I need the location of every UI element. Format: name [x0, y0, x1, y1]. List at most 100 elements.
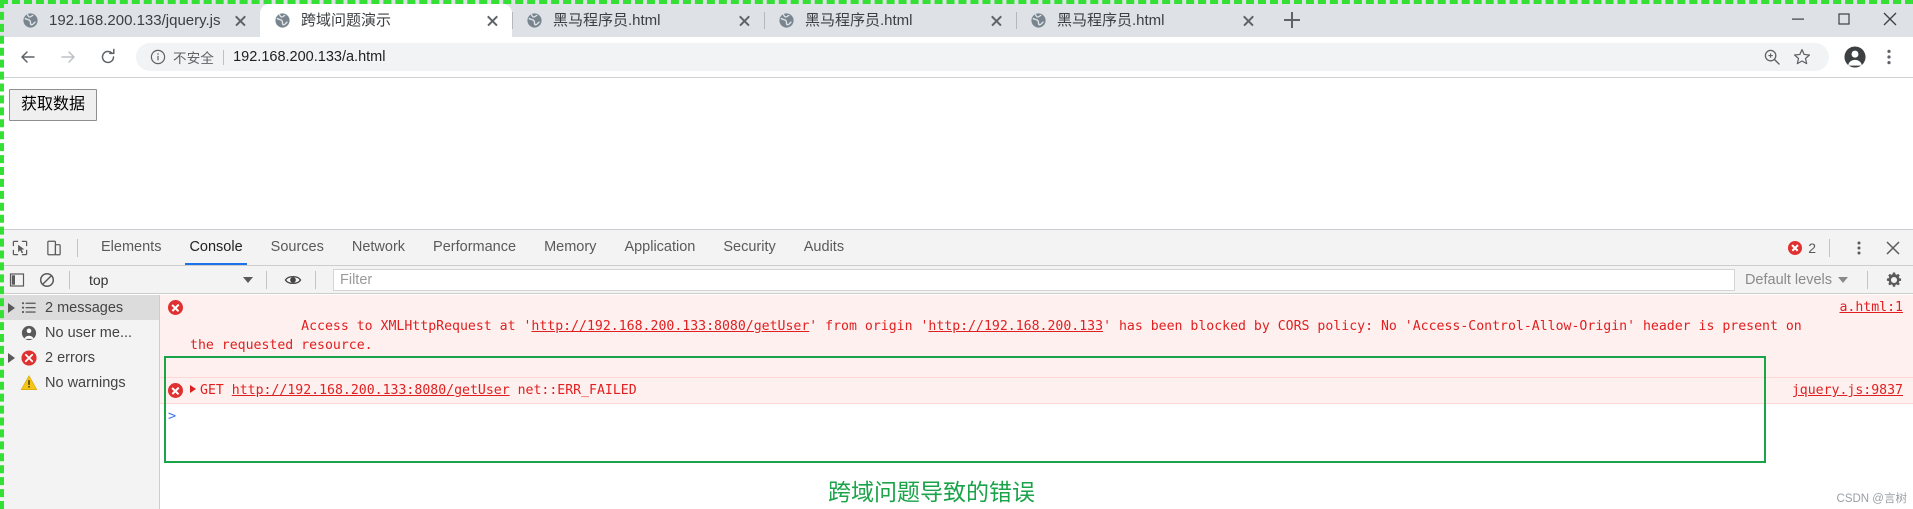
prompt-caret-icon: >: [168, 408, 177, 424]
globe-icon: [527, 13, 542, 28]
browser-toolbar: 不安全 192.168.200.133/a.html: [0, 37, 1913, 77]
warning-icon: [19, 373, 39, 393]
error-count-badge[interactable]: 2: [1788, 240, 1816, 256]
devtools-tab-application[interactable]: Application: [610, 230, 709, 265]
three-dot-menu-icon[interactable]: [1873, 41, 1905, 73]
device-toolbar-icon[interactable]: [40, 234, 68, 262]
msg-part: ' from origin ': [809, 319, 929, 334]
console-sidebar-label: 2 errors: [45, 349, 95, 366]
execution-context-dropdown[interactable]: top: [89, 270, 257, 290]
console-sidebar: 2 messages No user me... 2 errors No war…: [0, 295, 160, 509]
tab-close-icon[interactable]: [483, 11, 502, 30]
devtools-tab-bar: Elements Console Sources Network Perform…: [0, 230, 1913, 266]
address-bar[interactable]: 不安全 192.168.200.133/a.html: [136, 43, 1829, 71]
inspect-element-icon[interactable]: [6, 234, 34, 262]
console-message-content: GET http://192.168.200.133:8080/getUser …: [160, 378, 1784, 403]
browser-window: 192.168.200.133/jquery.js 跨域问题演示 黑马程序员.h…: [0, 0, 1913, 509]
toolbar-divider: [77, 238, 78, 257]
console-filter-input[interactable]: Filter: [333, 268, 1735, 291]
console-sidebar-item-user-messages[interactable]: No user me...: [0, 320, 159, 345]
error-icon: [1788, 240, 1803, 255]
browser-tab-active[interactable]: 跨域问题演示: [260, 4, 512, 37]
page-viewport: 获取数据: [0, 77, 1913, 228]
star-icon[interactable]: [1789, 44, 1815, 70]
tab-separator: [512, 12, 513, 29]
tab-close-icon[interactable]: [987, 11, 1006, 30]
execution-context-label: top: [89, 271, 109, 288]
tab-title: 黑马程序员.html: [1057, 11, 1165, 29]
back-arrow-icon[interactable]: [11, 40, 45, 74]
console-message-content: Access to XMLHttpRequest at 'http://192.…: [160, 295, 1831, 377]
console-message-source-link[interactable]: jquery.js:9837: [1784, 378, 1913, 403]
clear-console-icon[interactable]: [34, 267, 60, 293]
close-icon[interactable]: [1867, 0, 1913, 37]
reload-icon[interactable]: [91, 40, 125, 74]
tab-close-icon[interactable]: [735, 11, 754, 30]
browser-tab[interactable]: 黑马程序员.html: [1016, 4, 1268, 37]
console-error-message[interactable]: Access to XMLHttpRequest at 'http://192.…: [160, 295, 1913, 378]
expand-arrow-icon[interactable]: [4, 303, 19, 313]
msg-link[interactable]: http://192.168.200.133:8080/getUser: [232, 383, 510, 398]
devtools-tab-security[interactable]: Security: [709, 230, 789, 265]
console-message-text: Access to XMLHttpRequest at 'http://192.…: [190, 298, 1825, 374]
browser-tab[interactable]: 黑马程序员.html: [764, 4, 1016, 37]
devtools-tab-network[interactable]: Network: [338, 230, 419, 265]
console-error-message[interactable]: GET http://192.168.200.133:8080/getUser …: [160, 378, 1913, 404]
security-status-label: 不安全: [173, 51, 215, 66]
tab-title: 192.168.200.133/jquery.js: [49, 11, 221, 29]
toolbar-divider: [315, 270, 316, 289]
gear-icon[interactable]: [1881, 267, 1907, 293]
devtools-tab-audits[interactable]: Audits: [790, 230, 858, 265]
fetch-data-button[interactable]: 获取数据: [9, 89, 98, 121]
console-sidebar-label: 2 messages: [45, 299, 124, 316]
devtools-tab-memory[interactable]: Memory: [530, 230, 610, 265]
account-avatar-icon[interactable]: [1839, 41, 1871, 73]
annotation-caption: 跨域问题导致的错误: [828, 480, 1035, 506]
console-sidebar-label: No user me...: [45, 324, 133, 341]
new-tab-button[interactable]: [1276, 4, 1308, 36]
forward-arrow-icon[interactable]: [51, 40, 85, 74]
log-levels-label: Default levels: [1744, 271, 1832, 288]
devtools-tab-performance[interactable]: Performance: [419, 230, 530, 265]
tab-close-icon[interactable]: [1239, 11, 1258, 30]
console-prompt[interactable]: >: [160, 404, 1913, 429]
tab-close-icon[interactable]: [231, 11, 250, 30]
console-sidebar-toggle-icon[interactable]: [4, 267, 30, 293]
chevron-down-icon: [1838, 276, 1848, 283]
devtools-toolbar-right: 2: [1788, 230, 1913, 265]
console-filter-bar: top Filter Default levels: [0, 266, 1913, 294]
expand-arrow-icon[interactable]: [4, 353, 19, 363]
globe-icon: [275, 13, 290, 28]
devtools-panel: Elements Console Sources Network Perform…: [0, 229, 1913, 509]
zoom-in-icon[interactable]: [1759, 44, 1785, 70]
browser-tab[interactable]: 192.168.200.133/jquery.js: [8, 4, 260, 37]
devtools-tab-console[interactable]: Console: [175, 230, 256, 265]
live-expression-icon[interactable]: [280, 267, 306, 293]
devtools-tab-sources[interactable]: Sources: [257, 230, 338, 265]
expand-arrow-icon[interactable]: [190, 385, 196, 393]
console-sidebar-label: No warnings: [45, 374, 126, 391]
msg-link[interactable]: http://192.168.200.133: [928, 319, 1103, 334]
three-dot-menu-icon[interactable]: [1845, 234, 1873, 262]
minimize-icon[interactable]: [1775, 0, 1821, 37]
info-circle-icon[interactable]: [150, 49, 166, 65]
console-message-list: Access to XMLHttpRequest at 'http://192.…: [160, 295, 1913, 509]
console-sidebar-item-errors[interactable]: 2 errors: [0, 345, 159, 370]
tab-title: 跨域问题演示: [301, 11, 392, 29]
window-controls: [1775, 0, 1913, 37]
toolbar-divider: [1829, 238, 1830, 257]
log-levels-dropdown[interactable]: Default levels: [1735, 272, 1858, 288]
close-icon[interactable]: [1879, 234, 1907, 262]
globe-icon: [779, 13, 794, 28]
msg-part: net::ERR_FAILED: [509, 383, 637, 398]
error-count-label: 2: [1808, 239, 1816, 256]
message-list-icon: [19, 298, 39, 318]
msg-link[interactable]: http://192.168.200.133:8080/getUser: [531, 319, 809, 334]
console-sidebar-item-warnings[interactable]: No warnings: [0, 370, 159, 395]
error-icon: [168, 300, 183, 315]
browser-tab[interactable]: 黑马程序员.html: [512, 4, 764, 37]
devtools-tab-elements[interactable]: Elements: [87, 230, 175, 265]
console-sidebar-item-messages[interactable]: 2 messages: [0, 295, 159, 320]
console-message-source-link[interactable]: a.html:1: [1831, 295, 1913, 320]
maximize-icon[interactable]: [1821, 0, 1867, 37]
